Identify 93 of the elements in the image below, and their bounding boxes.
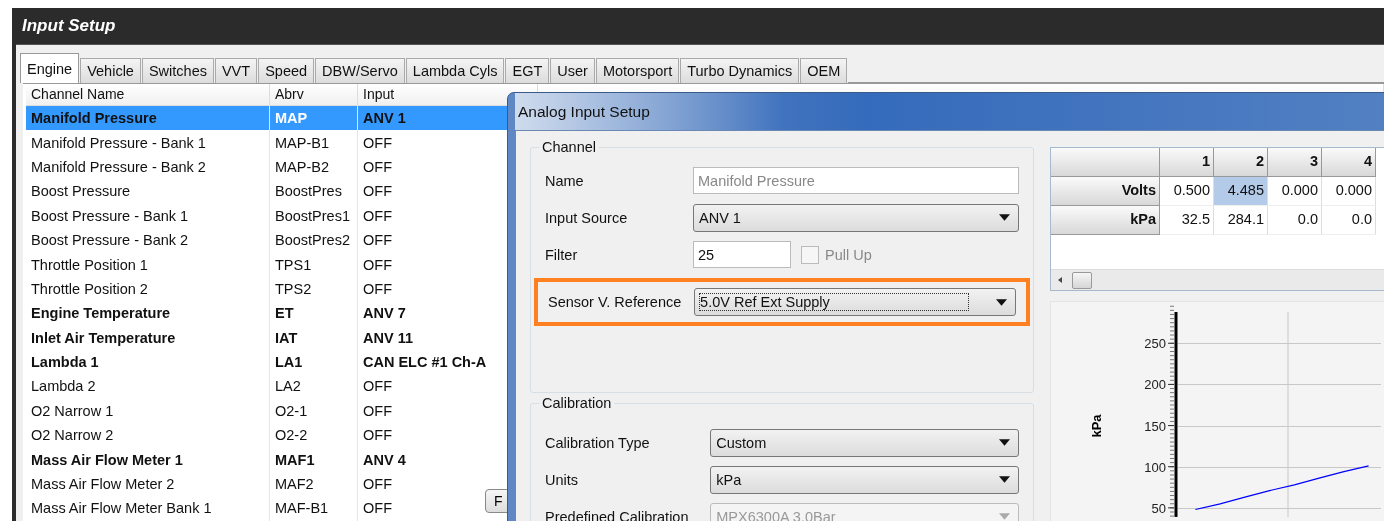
- table-cell: ET: [270, 301, 358, 326]
- table-cell: TPS1: [270, 252, 358, 277]
- tab[interactable]: Turbo Dynamics: [680, 58, 800, 83]
- table-cell: MAP-B2: [270, 154, 358, 180]
- table-cell[interactable]: 32.5: [1160, 206, 1214, 235]
- tick-label: 150: [1144, 419, 1166, 434]
- table-cell: MAF1: [270, 447, 358, 472]
- table-cell: TPS2: [270, 276, 358, 302]
- scroll-left-icon[interactable]: [1058, 277, 1062, 283]
- table-cell: Lambda 2: [26, 374, 270, 399]
- row-header: Volts: [1051, 177, 1160, 206]
- scroll-thumb[interactable]: [1072, 271, 1092, 289]
- table-cell: O2-1: [270, 398, 358, 424]
- table-cell: O2-2: [270, 423, 358, 448]
- table-cell[interactable]: 0.0: [1322, 206, 1376, 235]
- tab[interactable]: User: [550, 58, 595, 83]
- caret-icon: [999, 476, 1010, 483]
- calibration-type-dropdown[interactable]: Custom: [710, 428, 1019, 457]
- table-cell[interactable]: 0.000: [1268, 177, 1322, 206]
- field-label: Predefined Calibration: [545, 508, 690, 521]
- table-cell: Boost Pressure - Bank 1: [26, 203, 270, 228]
- table-cell: MAP-B1: [270, 130, 358, 155]
- window-title: Input Setup: [22, 16, 116, 36]
- column-header: 4: [1322, 148, 1376, 177]
- column-header[interactable]: Abrv: [270, 84, 358, 105]
- field-label: Sensor V. Reference: [548, 294, 683, 310]
- table-cell: Mass Air Flow Meter Bank 1: [26, 496, 270, 521]
- caret-icon: [999, 214, 1010, 221]
- tab[interactable]: DBW/Servo: [315, 58, 405, 83]
- table-cell: BoostPres1: [270, 203, 358, 228]
- column-header: 2: [1214, 148, 1268, 177]
- checkbox[interactable]: [801, 245, 819, 264]
- tick-label: 200: [1144, 377, 1166, 392]
- table-cell: LA1: [270, 349, 358, 375]
- table-cell[interactable]: 4.485: [1214, 177, 1268, 206]
- table-cell[interactable]: 0.0: [1268, 206, 1322, 235]
- row-header: kPa: [1051, 206, 1160, 235]
- table-cell: Inlet Air Temperature: [26, 325, 270, 350]
- filter-field[interactable]: 25: [693, 241, 791, 268]
- column-header: 3: [1268, 148, 1322, 177]
- tab[interactable]: OEM: [800, 58, 848, 83]
- caret-icon: [999, 513, 1010, 520]
- field-label: Input Source: [545, 209, 629, 226]
- tick-label: 100: [1144, 460, 1166, 475]
- field-label: Name: [545, 172, 585, 189]
- field-label: Calibration Type: [545, 434, 651, 451]
- table-cell: BoostPres: [270, 179, 358, 204]
- table-cell: Manifold Pressure - Bank 1: [26, 130, 270, 155]
- table-cell: O2 Narrow 1: [26, 398, 270, 424]
- table-cell: IAT: [270, 325, 358, 350]
- table-cell: O2 Narrow 2: [26, 423, 270, 448]
- tab[interactable]: Switches: [141, 58, 214, 83]
- tab[interactable]: Engine: [20, 53, 80, 83]
- column-header[interactable]: Channel Name: [26, 84, 270, 105]
- table-cell: Manifold Pressure: [26, 106, 270, 131]
- table-cell: Engine Temperature: [26, 301, 270, 326]
- tab[interactable]: Lambda Cyls: [405, 58, 505, 83]
- group-label: Calibration: [539, 395, 615, 411]
- table-cell: Mass Air Flow Meter 1: [26, 447, 270, 472]
- horizontal-scrollbar[interactable]: [1051, 269, 1384, 290]
- tab[interactable]: EGT: [505, 58, 550, 83]
- tab[interactable]: VVT: [214, 58, 258, 83]
- group-label: Channel: [539, 139, 599, 155]
- table-cell: Lambda 1: [26, 349, 270, 375]
- table-cell[interactable]: 0.000: [1322, 177, 1376, 206]
- table-cell: MAP: [270, 106, 358, 131]
- field-label: Filter: [545, 246, 579, 263]
- field-label: Units: [545, 471, 580, 488]
- table-cell[interactable]: 284.1: [1214, 206, 1268, 235]
- table-cell: Boost Pressure: [26, 179, 270, 204]
- name-field[interactable]: Manifold Pressure: [693, 167, 1019, 194]
- table-cell: MAF2: [270, 471, 358, 497]
- axis-label: kPa: [1089, 414, 1104, 438]
- table-cell: Throttle Position 1: [26, 252, 270, 277]
- tab[interactable]: Speed: [258, 58, 315, 83]
- table-cell: Manifold Pressure - Bank 2: [26, 154, 270, 180]
- table-cell: Throttle Position 2: [26, 276, 270, 302]
- checkbox-label: Pull Up: [825, 246, 872, 263]
- tick-label: 250: [1144, 336, 1166, 351]
- table-cell: MAF-B1: [270, 496, 358, 521]
- input-source-dropdown[interactable]: ANV 1: [693, 203, 1019, 232]
- units-dropdown[interactable]: kPa: [710, 465, 1019, 494]
- column-header: 1: [1160, 148, 1214, 177]
- tick-label: 50: [1151, 501, 1166, 516]
- caret-icon: [996, 298, 1007, 306]
- table-cell: Boost Pressure - Bank 2: [26, 227, 270, 253]
- table-cell: BoostPres2: [270, 227, 358, 253]
- tab[interactable]: Vehicle: [80, 58, 141, 83]
- caret-icon: [999, 439, 1010, 446]
- sensor-reference-dropdown[interactable]: 5.0V Ref Ext Supply: [694, 288, 1016, 316]
- tab[interactable]: Motorsport: [595, 58, 680, 83]
- table-cell: LA2: [270, 374, 358, 399]
- table-cell: Mass Air Flow Meter 2: [26, 471, 270, 497]
